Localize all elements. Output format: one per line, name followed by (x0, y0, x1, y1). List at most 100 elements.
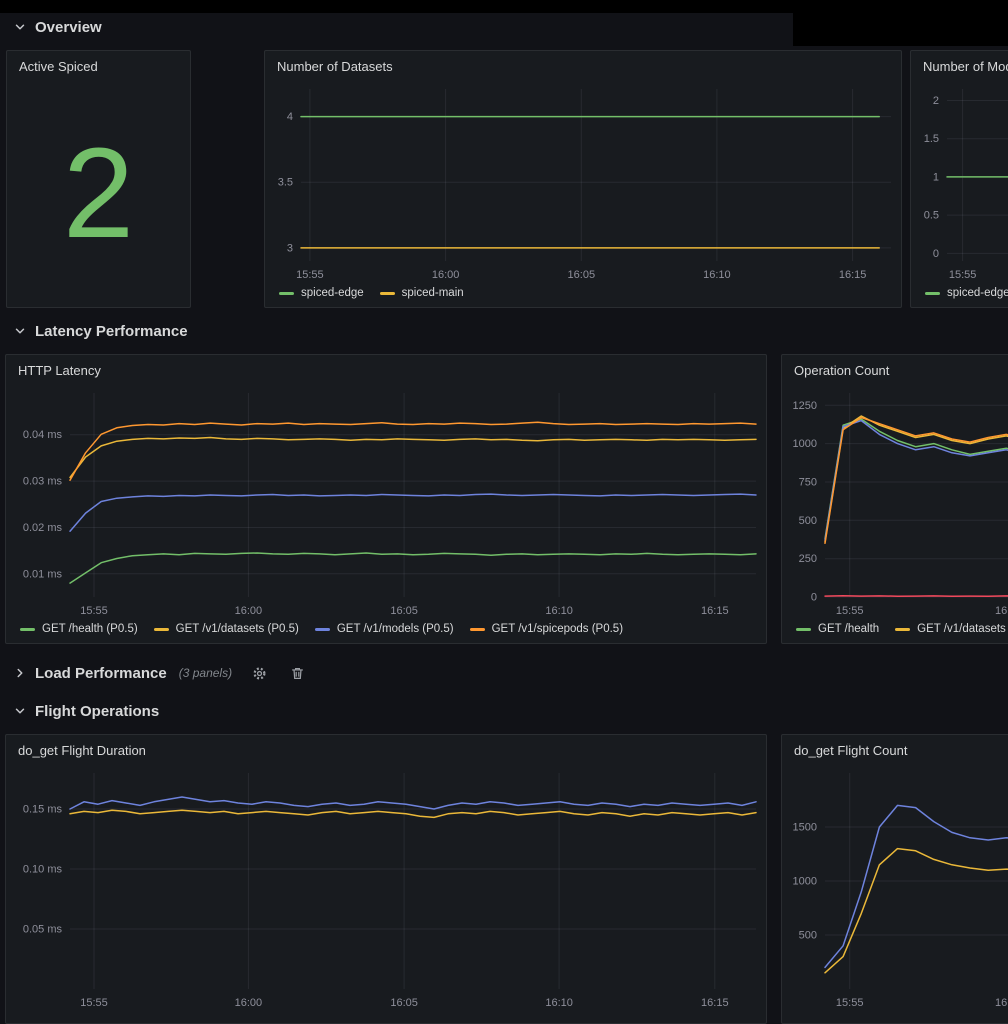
svg-text:1.5: 1.5 (924, 133, 939, 145)
legend-series-label: spiced-edge (301, 287, 364, 299)
models-chart[interactable]: 15:5516:0016:0516:1016:1500.511.52 (911, 81, 1008, 285)
section-header-overview[interactable]: Overview (0, 14, 102, 40)
legend-item[interactable]: GET /health (796, 623, 879, 635)
section-title-overview[interactable]: Overview (35, 19, 102, 36)
panel-title[interactable]: Number of Datasets (265, 51, 901, 81)
legend: spiced-edge (911, 285, 1008, 307)
legend-item[interactable]: GET /v1/spicepods (P0.5) (470, 623, 623, 635)
chevron-right-icon[interactable] (13, 666, 27, 680)
legend-series-color (154, 628, 169, 631)
legend-series-color (796, 628, 811, 631)
svg-text:0.03 ms: 0.03 ms (23, 476, 63, 488)
legend-series-label: GET /health (818, 623, 879, 635)
datasets-chart[interactable]: 15:5516:0016:0516:1016:1533.54 (265, 81, 901, 285)
svg-text:16:15: 16:15 (701, 997, 729, 1009)
legend-item[interactable]: GET /v1/datasets (895, 623, 1006, 635)
legend-series-label: spiced-main (402, 287, 464, 299)
panel-http-latency: HTTP Latency 15:5516:0016:0516:1016:150.… (5, 354, 767, 644)
legend (782, 1013, 1008, 1023)
svg-text:16:10: 16:10 (545, 997, 573, 1009)
flight-count-chart[interactable]: 15:5516:0016:0516:1016:1550010001500 (782, 765, 1008, 1013)
svg-text:16:05: 16:05 (568, 269, 596, 281)
legend-item[interactable]: spiced-edge (279, 287, 364, 299)
svg-text:16:00: 16:00 (235, 605, 263, 617)
svg-text:1000: 1000 (793, 876, 817, 888)
svg-text:1250: 1250 (793, 400, 817, 412)
svg-text:16:00: 16:00 (235, 997, 263, 1009)
section-header-load-performance[interactable]: Load Performance (3 panels) (0, 660, 308, 686)
svg-text:16:10: 16:10 (703, 269, 731, 281)
svg-text:3.5: 3.5 (278, 177, 293, 189)
panel-do-get-flight-count: do_get Flight Count 15:5516:0016:0516:10… (781, 734, 1008, 1024)
legend-item[interactable]: GET /v1/datasets (P0.5) (154, 623, 299, 635)
chevron-down-icon[interactable] (13, 20, 27, 34)
panel-operation-count: Operation Count 15:5516:0016:0516:1016:1… (781, 354, 1008, 644)
chevron-down-icon[interactable] (13, 704, 27, 718)
svg-text:16:05: 16:05 (390, 605, 418, 617)
top-right-black-region (793, 0, 1008, 46)
svg-text:15:55: 15:55 (836, 605, 864, 617)
svg-text:500: 500 (799, 515, 817, 527)
svg-text:16:10: 16:10 (545, 605, 573, 617)
operation-count-chart[interactable]: 15:5516:0016:0516:1016:15025050075010001… (782, 385, 1008, 621)
legend-series-label: GET /health (P0.5) (42, 623, 138, 635)
svg-text:4: 4 (287, 111, 293, 123)
svg-text:750: 750 (799, 477, 817, 489)
svg-text:0.10 ms: 0.10 ms (23, 864, 63, 876)
svg-text:15:55: 15:55 (80, 997, 108, 1009)
legend-item[interactable]: GET /health (P0.5) (20, 623, 138, 635)
svg-text:0: 0 (933, 248, 939, 260)
panel-title[interactable]: Number of Models (911, 51, 1008, 81)
panel-number-of-models: Number of Models 15:5516:0016:0516:1016:… (910, 50, 1008, 308)
panel-title[interactable]: Operation Count (782, 355, 1008, 385)
svg-text:0.5: 0.5 (924, 210, 939, 222)
legend-series-color (895, 628, 910, 631)
flight-duration-chart[interactable]: 15:5516:0016:0516:1016:150.05 ms0.10 ms0… (6, 765, 766, 1013)
svg-text:0.15 ms: 0.15 ms (23, 804, 63, 816)
panel-active-spiced: Active Spiced 2 (6, 50, 191, 308)
gear-icon[interactable] (248, 662, 270, 684)
legend: spiced-edge spiced-main (265, 285, 901, 307)
legend-item[interactable]: spiced-edge (925, 287, 1008, 299)
section-title-load-performance[interactable]: Load Performance (35, 665, 167, 682)
svg-text:0: 0 (811, 592, 817, 604)
legend-series-color (20, 628, 35, 631)
panel-title[interactable]: do_get Flight Count (782, 735, 1008, 765)
panel-number-of-datasets: Number of Datasets 15:5516:0016:0516:101… (264, 50, 902, 308)
svg-text:1: 1 (933, 171, 939, 183)
svg-text:16:00: 16:00 (995, 997, 1008, 1009)
legend-series-color (279, 292, 294, 295)
legend-series-label: GET /v1/spicepods (P0.5) (492, 623, 623, 635)
legend: GET /healthGET /v1/datasetsGET /v1/model… (782, 621, 1008, 643)
svg-text:16:15: 16:15 (839, 269, 867, 281)
legend-series-label: GET /v1/datasets (P0.5) (176, 623, 299, 635)
svg-text:500: 500 (799, 930, 817, 942)
svg-text:1500: 1500 (793, 822, 817, 834)
legend-item[interactable]: spiced-main (380, 287, 464, 299)
svg-text:0.04 ms: 0.04 ms (23, 429, 63, 441)
section-title-flight-operations[interactable]: Flight Operations (35, 703, 159, 720)
stat-value: 2 (63, 130, 134, 258)
svg-text:15:55: 15:55 (296, 269, 324, 281)
legend-series-color (925, 292, 940, 295)
svg-text:16:15: 16:15 (701, 605, 729, 617)
svg-text:0.01 ms: 0.01 ms (23, 568, 63, 580)
legend-item[interactable]: GET /v1/models (P0.5) (315, 623, 454, 635)
panel-title[interactable]: Active Spiced (7, 51, 190, 81)
panels-count-label: (3 panels) (179, 666, 232, 680)
trash-icon[interactable] (286, 662, 308, 684)
section-title-latency-performance[interactable]: Latency Performance (35, 323, 188, 340)
legend-series-color (470, 628, 485, 631)
legend: GET /health (P0.5) GET /v1/datasets (P0.5… (6, 621, 766, 643)
legend-series-label: spiced-edge (947, 287, 1008, 299)
svg-text:3: 3 (287, 242, 293, 254)
panel-title[interactable]: HTTP Latency (6, 355, 766, 385)
section-header-latency-performance[interactable]: Latency Performance (0, 318, 188, 344)
legend (6, 1013, 766, 1023)
section-header-flight-operations[interactable]: Flight Operations (0, 698, 159, 724)
http-latency-chart[interactable]: 15:5516:0016:0516:1016:150.01 ms0.02 ms0… (6, 385, 766, 621)
chevron-down-icon[interactable] (13, 324, 27, 338)
svg-text:16:00: 16:00 (995, 605, 1008, 617)
panel-title[interactable]: do_get Flight Duration (6, 735, 766, 765)
svg-text:16:05: 16:05 (390, 997, 418, 1009)
